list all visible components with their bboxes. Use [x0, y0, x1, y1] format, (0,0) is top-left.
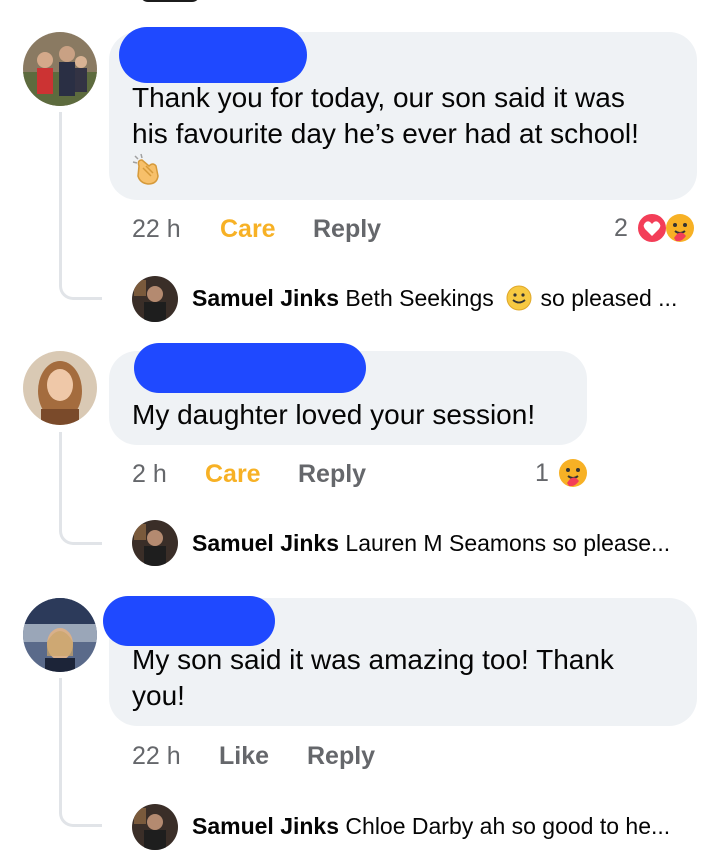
reply-text: Chloe Darby ah so good to he... [345, 813, 671, 839]
care-hug-icon [557, 457, 589, 494]
reply-author[interactable]: Samuel Jinks [192, 813, 339, 839]
top-edge-shape [140, 0, 200, 2]
reply-preview[interactable]: Samuel Jinks Lauren M Seamons so please.… [192, 530, 670, 557]
comment-bubble[interactable]: My son said it was amazing too! Thank yo… [103, 596, 697, 726]
redacted-commenter-name [134, 343, 366, 393]
reply-author[interactable]: Samuel Jinks [192, 285, 339, 311]
comment-timestamp: 22 h [132, 215, 181, 243]
reply-preview[interactable]: Samuel Jinks Chloe Darby ah so good to h… [192, 813, 670, 840]
reply-author[interactable]: Samuel Jinks [192, 530, 339, 556]
reaction-count[interactable]: 2 [614, 214, 628, 243]
comment-text-line: you! [132, 680, 185, 711]
reply-mention: Beth Seekings [345, 285, 494, 311]
thread-connector [59, 678, 102, 827]
reply-text: so pleased ... [540, 285, 678, 311]
care-reaction-button[interactable]: Care [205, 460, 261, 489]
care-reaction-button[interactable]: Care [220, 215, 276, 244]
comment-text-line: Thank you for today, our son said it was [132, 82, 625, 113]
reply-button[interactable]: Reply [298, 460, 366, 489]
care-hug-icon [664, 212, 696, 249]
reply-avatar[interactable] [132, 520, 178, 566]
redacted-commenter-name [103, 596, 275, 646]
reaction-count[interactable]: 1 [535, 459, 549, 488]
reply-preview[interactable]: Samuel Jinks Beth Seekings so pleased ..… [192, 285, 677, 317]
commenter-avatar[interactable] [23, 598, 97, 672]
thread-connector [59, 432, 102, 545]
thread-connector [59, 112, 102, 300]
reply-avatar[interactable] [132, 804, 178, 850]
smiling-face-icon [506, 285, 532, 317]
comment-text-line: his favourite day he’s ever had at schoo… [132, 118, 639, 149]
commenter-avatar[interactable] [23, 351, 97, 425]
comment-timestamp: 22 h [132, 742, 181, 770]
clapping-hands-icon [131, 152, 165, 191]
commenter-avatar[interactable] [23, 32, 97, 106]
comment-timestamp: 2 h [132, 460, 167, 488]
reply-text: Lauren M Seamons so please... [345, 530, 671, 556]
reply-button[interactable]: Reply [307, 742, 375, 771]
redacted-commenter-name [119, 27, 307, 83]
comment-bubble[interactable]: My daughter loved your session! [109, 343, 587, 445]
comment-bubble[interactable]: Thank you for today, our son said it was… [109, 27, 697, 200]
comment-text-line: My son said it was amazing too! Thank [132, 644, 614, 675]
reply-avatar[interactable] [132, 276, 178, 322]
comment-text: My daughter loved your session! [132, 399, 536, 430]
reply-button[interactable]: Reply [313, 215, 381, 244]
like-button[interactable]: Like [219, 742, 269, 771]
